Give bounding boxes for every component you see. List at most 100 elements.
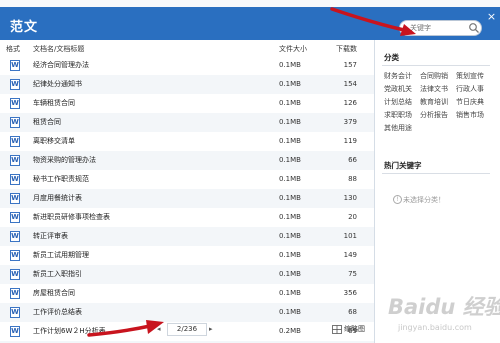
document-name[interactable]: 工作计划6W２H分析表	[33, 326, 106, 337]
file-size: 0.1MB	[279, 194, 301, 202]
word-doc-icon: W	[10, 288, 20, 299]
table-row[interactable]: W 新员工入职指引 0.1MB 75	[0, 265, 374, 284]
word-doc-icon: W	[10, 307, 20, 318]
category-link[interactable]: 策划宣传	[456, 71, 484, 81]
download-count: 157	[343, 61, 357, 69]
document-name[interactable]: 新员工试用期管理	[33, 250, 89, 261]
file-size: 0.1MB	[279, 156, 301, 164]
document-name[interactable]: 租赁合同	[33, 117, 61, 128]
search-box[interactable]	[399, 20, 482, 36]
word-doc-icon: W	[10, 212, 20, 223]
file-size: 0.1MB	[279, 289, 301, 297]
table-row[interactable]: W 房屋租赁合同 0.1MB 356	[0, 284, 374, 303]
word-doc-icon: W	[10, 136, 20, 147]
file-size: 0.1MB	[279, 232, 301, 240]
document-window: 范文 × 格式 文档名/文档标题 文件大小 下载数 W 经济合同管理办法 0.1MB…	[0, 0, 500, 343]
column-header-format: 格式	[6, 45, 20, 53]
download-count: 379	[343, 118, 357, 126]
table-row[interactable]: W 经济合同管理办法 0.1MB 157	[0, 56, 374, 75]
word-doc-icon: W	[10, 250, 20, 261]
category-title: 分类	[384, 53, 399, 62]
category-link[interactable]: 合同购销	[420, 71, 448, 81]
table-row[interactable]: W 工作评价总结表 0.1MB 68	[0, 303, 374, 322]
category-link[interactable]: 销售市场	[456, 110, 484, 120]
prev-page-button[interactable]: ◂	[157, 325, 163, 333]
watermark-brand: Baidu 经验	[388, 295, 500, 319]
file-size: 0.2MB	[279, 327, 301, 335]
document-name[interactable]: 新进职员研修事项检查表	[33, 212, 110, 223]
hot-keywords-title: 热门关键字	[384, 161, 422, 170]
word-doc-icon: W	[10, 155, 20, 166]
category-link[interactable]: 行政人事	[456, 84, 484, 94]
download-count: 126	[343, 99, 357, 107]
download-count: 75	[348, 270, 357, 278]
search-icon[interactable]	[468, 22, 480, 34]
grid-icon[interactable]	[332, 325, 342, 334]
category-link[interactable]: 法律文书	[420, 84, 448, 94]
download-count: 154	[343, 80, 357, 88]
column-header-size[interactable]: 文件大小	[279, 43, 307, 55]
document-name[interactable]: 工作评价总结表	[33, 307, 82, 318]
table-row[interactable]: W 秘书工作职责规范 0.1MB 88	[0, 170, 374, 189]
download-count: 101	[343, 232, 357, 240]
category-link[interactable]: 其他用途	[384, 123, 412, 133]
watermark-url: jingyan.baidu.com	[397, 323, 472, 332]
download-count: 119	[343, 137, 357, 145]
table-row[interactable]: W 物资采购的管理办法 0.1MB 66	[0, 151, 374, 170]
next-page-button[interactable]: ▸	[209, 325, 215, 333]
document-name[interactable]: 离职移交清单	[33, 136, 75, 147]
file-size: 0.1MB	[279, 118, 301, 126]
column-header-name[interactable]: 文档名/文档标题	[33, 43, 84, 55]
close-icon[interactable]: ×	[486, 11, 497, 22]
download-count: 149	[343, 251, 357, 259]
word-doc-icon: W	[10, 269, 20, 280]
word-doc-icon: W	[10, 79, 20, 90]
column-header-downloads[interactable]: 下载数	[336, 43, 357, 55]
table-row[interactable]: W 纪律处分通知书 0.1MB 154	[0, 75, 374, 94]
info-icon: !	[393, 195, 402, 204]
search-input[interactable]	[410, 22, 466, 34]
download-count: 68	[348, 308, 357, 316]
category-link[interactable]: 分析报告	[420, 110, 448, 120]
word-doc-icon: W	[10, 326, 20, 337]
document-name[interactable]: 纪律处分通知书	[33, 79, 82, 90]
file-size: 0.1MB	[279, 308, 301, 316]
hot-keywords-empty: 未选择分类！	[403, 196, 445, 204]
document-name[interactable]: 房屋租赁合同	[33, 288, 75, 299]
table-row[interactable]: W 租赁合同 0.1MB 379	[0, 113, 374, 132]
document-name[interactable]: 经济合同管理办法	[33, 60, 89, 71]
thumbnail-view-button[interactable]: 缩略图	[344, 325, 365, 334]
table-row[interactable]: W 车辆租赁合同 0.1MB 126	[0, 94, 374, 113]
page-indicator[interactable]: 2/236	[167, 323, 207, 336]
document-name[interactable]: 转正评审表	[33, 231, 68, 242]
document-name[interactable]: 车辆租赁合同	[33, 98, 75, 109]
file-size: 0.1MB	[279, 80, 301, 88]
table-row[interactable]: W 新员工试用期管理 0.1MB 149	[0, 246, 374, 265]
category-link[interactable]: 财务会计	[384, 71, 412, 81]
category-link[interactable]: 节日庆典	[456, 97, 484, 107]
document-name[interactable]: 物资采购的管理办法	[33, 155, 96, 166]
category-link[interactable]: 教育培训	[420, 97, 448, 107]
category-link[interactable]: 计划总结	[384, 97, 412, 107]
table-row[interactable]: W 月度用餐统计表 0.1MB 130	[0, 189, 374, 208]
table-row[interactable]: W 新进职员研修事项检查表 0.1MB 20	[0, 208, 374, 227]
file-size: 0.1MB	[279, 213, 301, 221]
watermark-logo: Baidu 经验 jingyan.baidu.com	[388, 295, 500, 332]
file-size: 0.1MB	[279, 175, 301, 183]
table-row[interactable]: W 转正评审表 0.1MB 101	[0, 227, 374, 246]
category-link[interactable]: 党政机关	[384, 84, 412, 94]
document-name[interactable]: 月度用餐统计表	[33, 193, 82, 204]
download-count: 88	[348, 175, 357, 183]
top-strip	[0, 0, 500, 7]
download-count: 130	[343, 194, 357, 202]
category-link[interactable]: 求职职场	[384, 110, 412, 120]
word-doc-icon: W	[10, 60, 20, 71]
baidu-watermark: Baidu 经验 jingyan.baidu.com	[380, 282, 500, 337]
document-name[interactable]: 新员工入职指引	[33, 269, 82, 280]
download-count: 20	[348, 213, 357, 221]
table-row[interactable]: W 离职移交清单 0.1MB 119	[0, 132, 374, 151]
file-size: 0.1MB	[279, 137, 301, 145]
document-name[interactable]: 秘书工作职责规范	[33, 174, 89, 185]
word-doc-icon: W	[10, 98, 20, 109]
category-divider	[382, 65, 490, 66]
